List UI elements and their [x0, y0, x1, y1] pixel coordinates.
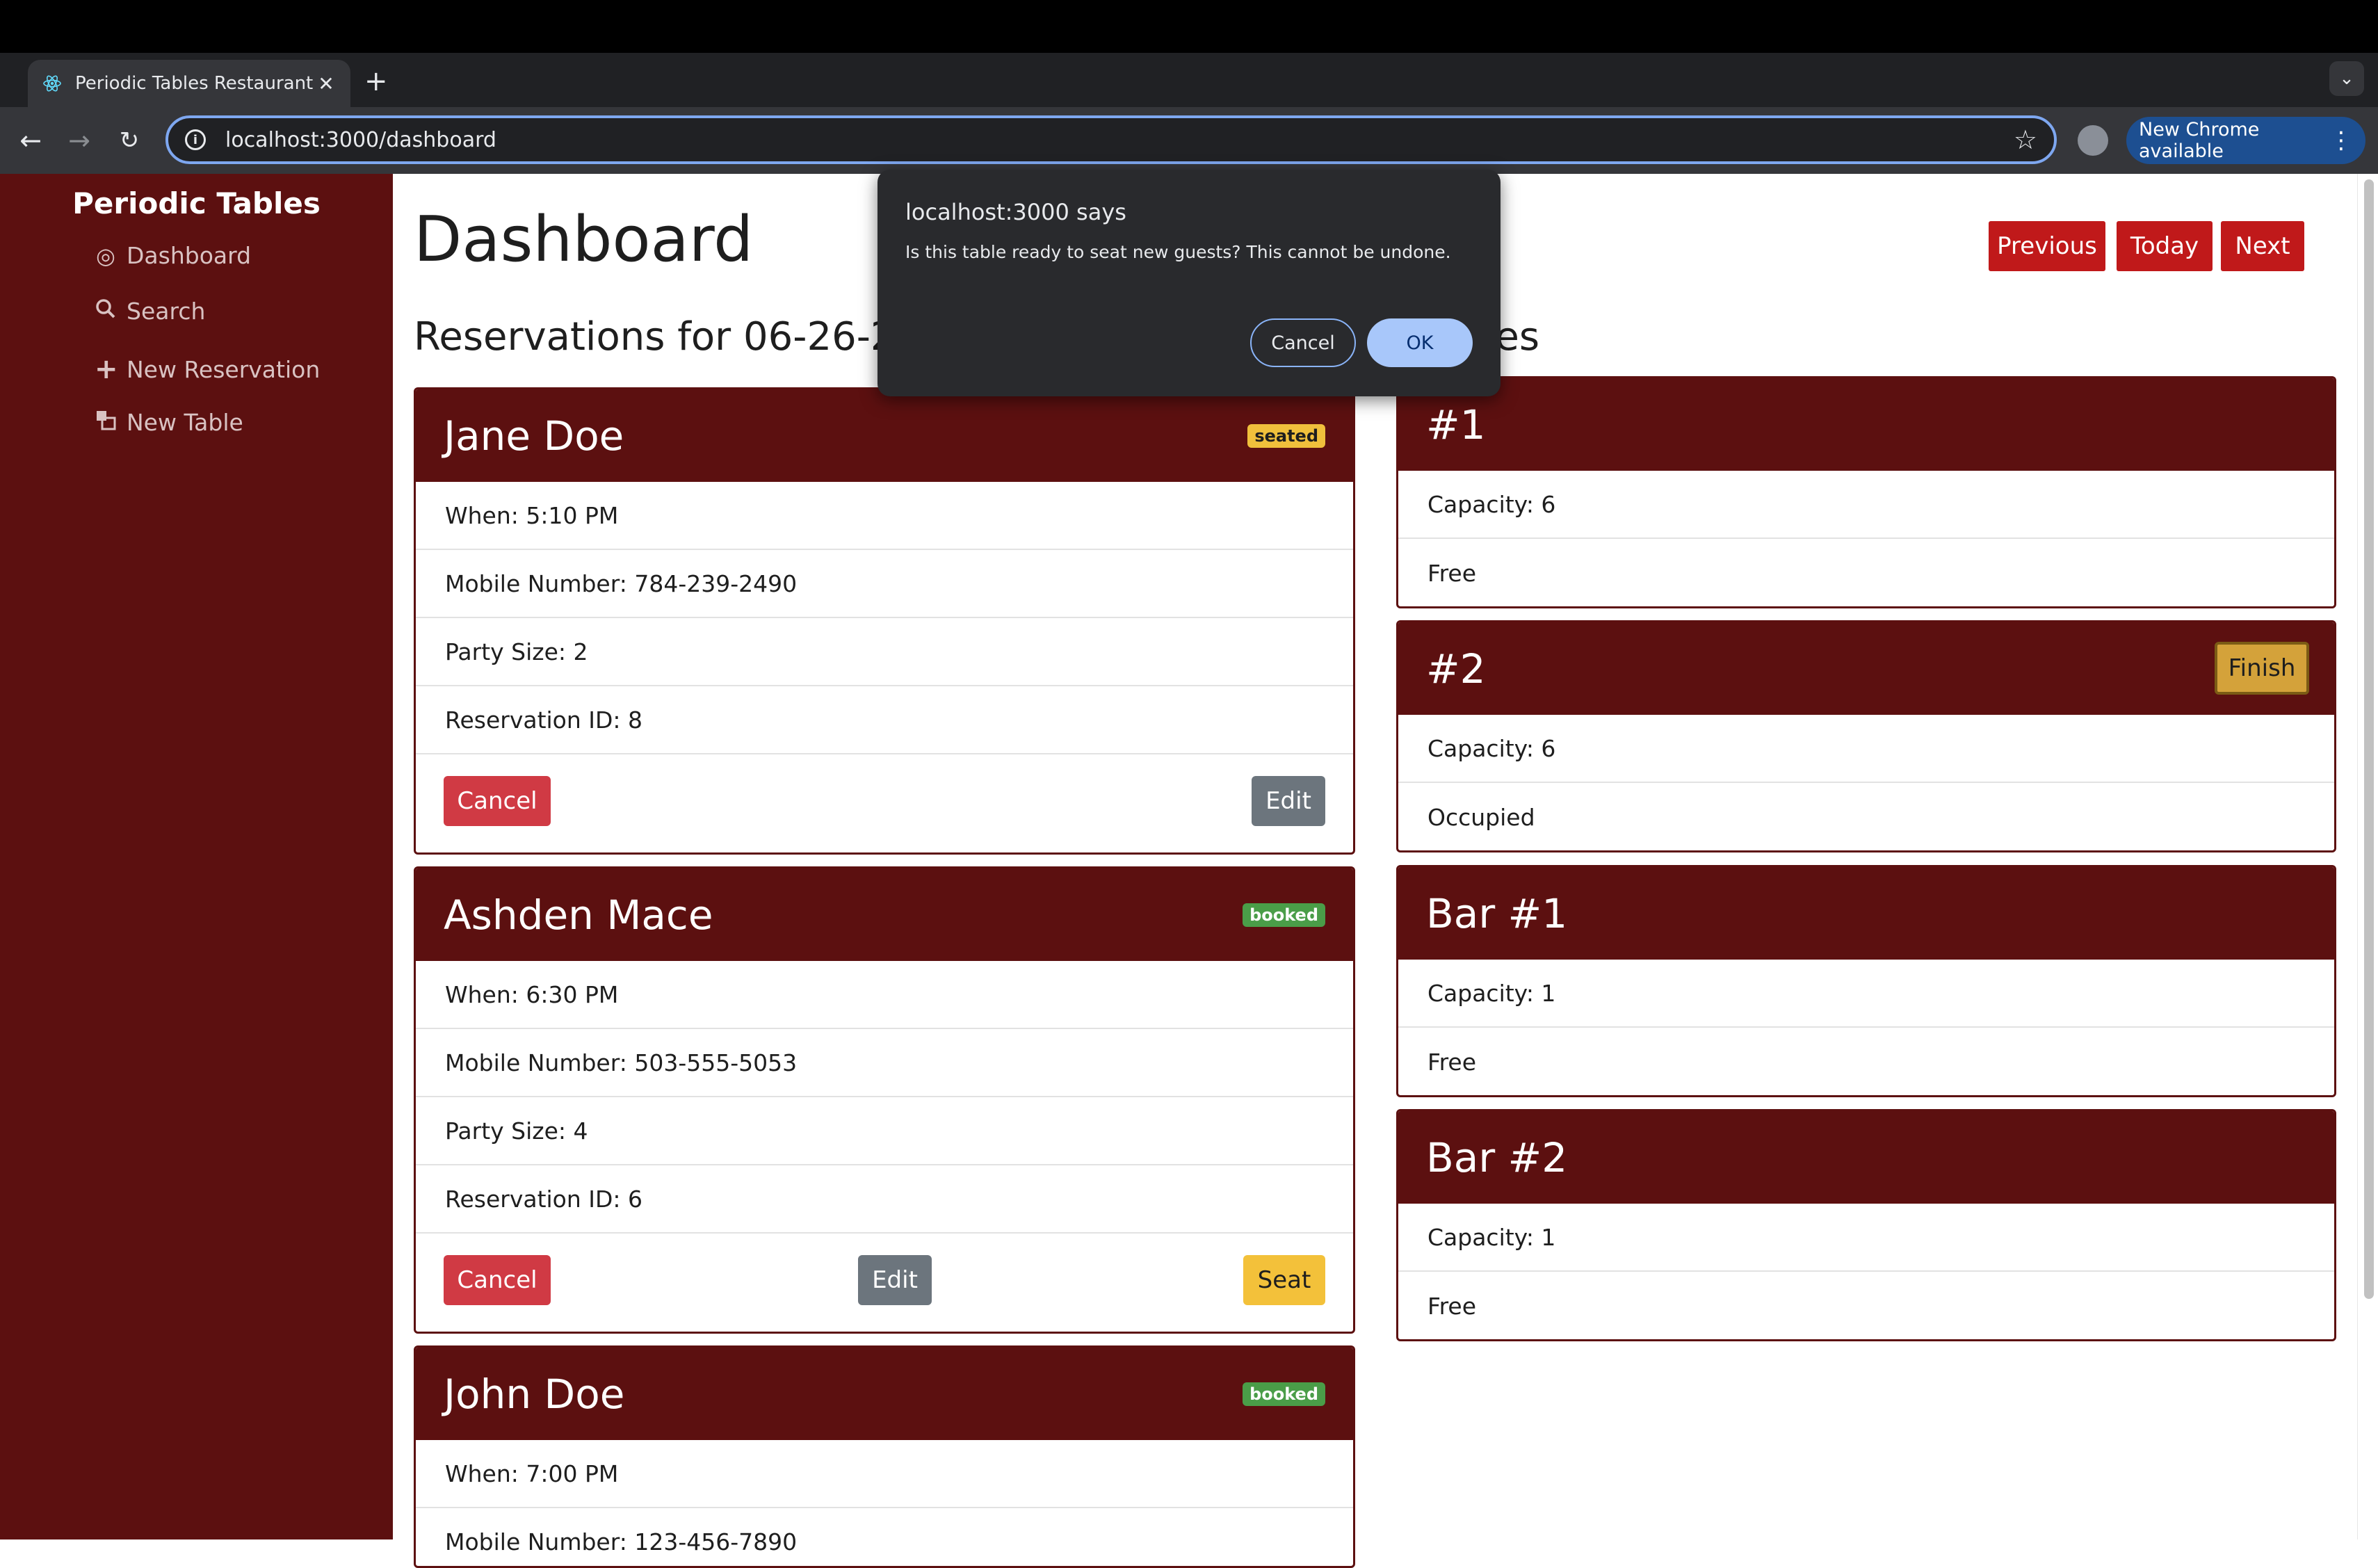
browser-tab[interactable]: Periodic Tables Restaurant Re ✕	[28, 60, 350, 107]
brand-title[interactable]: Periodic Tables	[0, 186, 393, 220]
reservation-mobile: Mobile Number: 123-456-7890	[416, 1508, 1353, 1566]
table-header: Bar #2	[1398, 1111, 2334, 1204]
reservation-time: When: 6:30 PM	[416, 961, 1353, 1029]
reservation-mobile: Mobile Number: 784-239-2490	[416, 550, 1353, 618]
reservation-card: Jane Doe seated When: 5:10 PM Mobile Num…	[414, 387, 1355, 855]
table-capacity: Capacity: 1	[1398, 1204, 2334, 1272]
reservation-header: Jane Doe seated	[416, 389, 1353, 482]
reservation-mobile: Mobile Number: 503-555-5053	[416, 1029, 1353, 1097]
more-menu-icon[interactable]: ⋮	[2329, 127, 2353, 154]
site-info-icon[interactable]: i	[185, 129, 206, 150]
search-icon	[95, 298, 117, 325]
status-badge: booked	[1243, 1382, 1325, 1406]
table-header: #1	[1398, 378, 2334, 471]
reservation-id: Reservation ID: 6	[416, 1165, 1353, 1234]
reservation-actions: Cancel Edit	[416, 754, 1353, 848]
table-header: #2 Finish	[1398, 622, 2334, 715]
dialog-message: Is this table ready to seat new guests? …	[905, 242, 1451, 262]
reservation-actions: Cancel Edit Seat	[416, 1234, 1353, 1327]
reservation-name: Ashden Mace	[444, 891, 713, 939]
today-button[interactable]: Today	[2117, 221, 2213, 271]
table-capacity: Capacity: 1	[1398, 960, 2334, 1028]
sidebar-item-label: Search	[127, 298, 206, 325]
reload-icon[interactable]: ↻	[110, 121, 149, 160]
cancel-reservation-button[interactable]: Cancel	[444, 1255, 551, 1305]
table-status: Free	[1427, 1048, 1477, 1076]
dialog-ok-button[interactable]: OK	[1367, 318, 1473, 367]
sidebar-item-label: Dashboard	[127, 242, 252, 269]
table-status: Free	[1427, 559, 1477, 587]
react-icon	[42, 73, 63, 94]
table-status: Occupied	[1427, 803, 1535, 831]
table-name: #2	[1426, 645, 1486, 693]
table-card: #1 Capacity: 6 Free	[1396, 376, 2336, 608]
reservation-name: Jane Doe	[444, 412, 624, 460]
window-top-bar	[0, 0, 2378, 53]
reservation-header: John Doe booked	[416, 1348, 1353, 1440]
table-icon	[95, 410, 117, 436]
reservation-card: John Doe booked When: 7:00 PM Mobile Num…	[414, 1345, 1355, 1568]
address-bar[interactable]: i localhost:3000/dashboard ☆	[165, 115, 2057, 164]
profile-avatar[interactable]	[2078, 125, 2108, 156]
reservation-id: Reservation ID: 8	[416, 686, 1353, 754]
sidebar-item-new-reservation[interactable]: + New Reservation	[95, 353, 320, 385]
sidebar-item-label: New Table	[127, 409, 243, 436]
table-card: #2 Finish Capacity: 6 Occupied	[1396, 620, 2336, 852]
table-capacity: Capacity: 6	[1398, 471, 2334, 539]
chrome-update-button[interactable]: New Chrome available ⋮	[2126, 117, 2365, 164]
dialog-title: localhost:3000 says	[905, 199, 1126, 225]
table-capacity: Capacity: 6	[1398, 715, 2334, 783]
tab-strip	[0, 53, 2378, 107]
reservation-card: Ashden Mace booked When: 6:30 PM Mobile …	[414, 866, 1355, 1334]
tab-title: Periodic Tables Restaurant Re	[75, 73, 316, 94]
confirm-dialog: localhost:3000 says Is this table ready …	[877, 170, 1501, 396]
table-name: #1	[1426, 401, 1486, 448]
sidebar-item-search[interactable]: Search	[95, 298, 205, 325]
url-text: localhost:3000/dashboard	[225, 127, 496, 152]
table-header: Bar #1	[1398, 867, 2334, 960]
bookmark-star-icon[interactable]: ☆	[2014, 124, 2037, 155]
previous-button[interactable]: Previous	[1989, 221, 2105, 271]
plus-icon: +	[95, 353, 118, 385]
status-badge: seated	[1247, 423, 1325, 448]
reservation-name: John Doe	[444, 1370, 625, 1418]
reservation-time: When: 5:10 PM	[416, 482, 1353, 550]
cancel-reservation-button[interactable]: Cancel	[444, 776, 551, 826]
chrome-update-label: New Chrome available	[2139, 119, 2260, 162]
sidebar-item-new-table[interactable]: New Table	[95, 409, 243, 436]
sidebar-item-label: New Reservation	[127, 355, 321, 383]
dashboard-icon: ◎	[96, 242, 115, 269]
table-status: Free	[1427, 1292, 1477, 1320]
back-icon[interactable]: ←	[11, 121, 50, 160]
edit-reservation-button[interactable]: Edit	[858, 1255, 932, 1305]
seat-reservation-button[interactable]: Seat	[1243, 1255, 1325, 1305]
table-card: Bar #1 Capacity: 1 Free	[1396, 865, 2336, 1097]
reservation-header: Ashden Mace booked	[416, 868, 1353, 961]
dialog-cancel-button[interactable]: Cancel	[1250, 318, 1356, 367]
table-name: Bar #1	[1426, 889, 1568, 937]
table-card: Bar #2 Capacity: 1 Free	[1396, 1109, 2336, 1341]
close-icon[interactable]: ✕	[316, 72, 337, 95]
forward-icon[interactable]: →	[60, 121, 99, 160]
new-tab-button[interactable]: +	[364, 64, 388, 99]
tab-search-button[interactable]: ⌄	[2329, 61, 2364, 96]
status-badge: booked	[1243, 903, 1325, 927]
table-name: Bar #2	[1426, 1133, 1568, 1181]
reservation-party-size: Party Size: 4	[416, 1097, 1353, 1165]
next-button[interactable]: Next	[2221, 221, 2304, 271]
reservation-party-size: Party Size: 2	[416, 618, 1353, 686]
reservation-time: When: 7:00 PM	[416, 1440, 1353, 1508]
edit-reservation-button[interactable]: Edit	[1252, 776, 1325, 826]
scrollbar-thumb[interactable]	[2364, 179, 2374, 1299]
page-title: Dashboard	[414, 203, 754, 276]
finish-table-button[interactable]: Finish	[2215, 642, 2309, 695]
sidebar-item-dashboard[interactable]: ◎ Dashboard	[95, 242, 251, 269]
